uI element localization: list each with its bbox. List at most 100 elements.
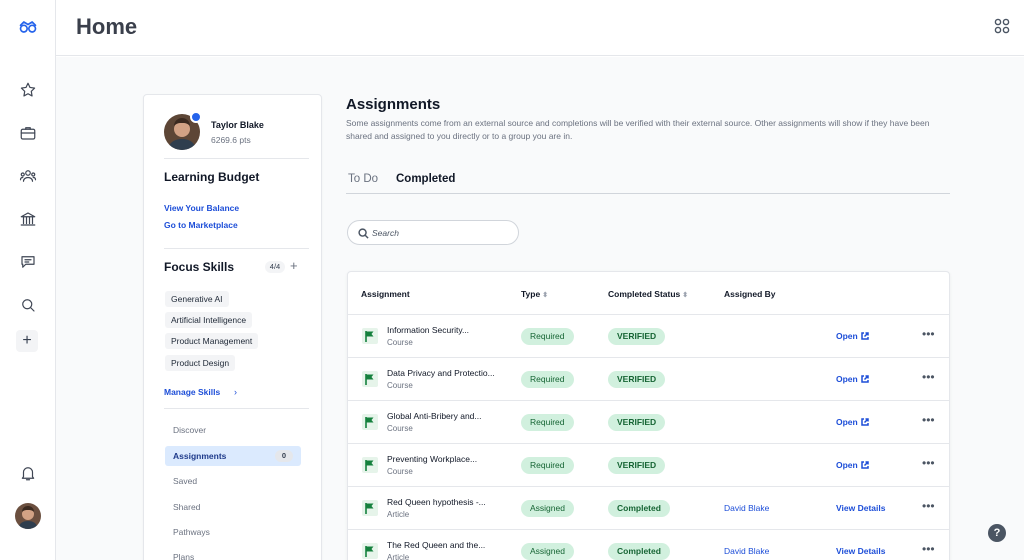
sort-icon: ⬍ [542,292,549,299]
bell-icon[interactable] [16,461,40,485]
more-options-icon[interactable]: ••• [922,456,935,470]
external-link-icon [860,375,869,383]
apps-grid-icon[interactable] [994,18,1010,34]
nav-item-pathways[interactable]: Pathways [165,522,301,542]
nav-item-plans[interactable]: Plans [165,547,301,560]
assignment-title[interactable]: Preventing Workplace... [387,454,477,464]
assignment-kind: Course [387,467,413,476]
tab-completed[interactable]: Completed [396,173,455,185]
flag-icon [362,543,378,559]
logo-icon[interactable] [16,15,40,39]
action-label: Open [836,374,858,384]
user-avatar[interactable] [15,503,41,529]
more-options-icon[interactable]: ••• [922,499,935,513]
status-badge: VERIFIED [608,457,666,474]
flag-icon [362,500,378,516]
row-action-link[interactable]: View Details [836,546,885,556]
skill-chip[interactable]: Artificial Intelligence [165,312,253,328]
nav-item-discover[interactable]: Discover [165,420,301,440]
assignment-title[interactable]: The Red Queen and the... [387,540,485,550]
nav-item-assignments[interactable]: Assignments 0 [165,446,301,466]
skill-chip[interactable]: Generative AI [165,291,229,307]
type-badge: Required [521,457,574,474]
column-header-assigned-by: Assigned By [724,289,776,299]
status-badge: VERIFIED [608,328,666,345]
search-field[interactable] [347,220,519,245]
manage-skills-link[interactable]: Manage Skills [164,387,220,397]
flag-icon [362,328,378,344]
external-link-icon [860,418,869,426]
action-label: Open [836,331,858,341]
nav-item-shared[interactable]: Shared [165,497,301,517]
divider [164,158,309,159]
assignment-title[interactable]: Global Anti-Bribery and... [387,411,482,421]
status-badge: Completed [608,500,670,517]
column-header-type[interactable]: Type ⬍ [521,289,548,299]
type-badge: Assigned [521,543,574,560]
table-row[interactable]: Information Security... Course Required VER… [348,315,949,357]
search-icon[interactable] [16,293,40,317]
assignment-title[interactable]: Data Privacy and Protectio... [387,368,495,378]
action-label: View Details [836,546,886,556]
institution-icon[interactable] [16,207,40,231]
chat-icon[interactable] [16,250,40,274]
external-link-icon [860,332,869,340]
search-input[interactable] [372,226,512,240]
flag-icon [362,371,378,387]
learning-budget-title: Learning Budget [164,170,260,184]
table-row[interactable]: Preventing Workplace... Course Required VER… [348,444,949,486]
assignment-kind: Course [387,381,413,390]
marketplace-link[interactable]: Go to Marketplace [164,220,238,230]
table-row[interactable]: The Red Queen and the... Article Assigned C… [348,530,949,560]
row-action-link[interactable]: View Details [836,503,885,513]
help-icon[interactable]: ? [988,524,1006,542]
flag-icon [362,457,378,473]
column-label: Type [521,289,541,299]
status-badge: VERIFIED [608,371,666,388]
focus-skills-title: Focus Skills [164,260,235,274]
table-row[interactable]: Global Anti-Bribery and... Course Required… [348,401,949,443]
nav-item-label: Assignments [173,451,227,461]
action-label: Open [836,417,858,427]
more-options-icon[interactable]: ••• [922,413,935,427]
table-row[interactable]: Red Queen hypothesis -... Article Assigned… [348,487,949,529]
status-badge: VERIFIED [608,414,666,431]
skills-count-badge: 4/4 [265,261,285,273]
more-options-icon[interactable]: ••• [922,542,935,556]
tab-todo[interactable]: To Do [348,173,378,185]
star-icon[interactable] [16,78,40,102]
assignments-description: Some assignments come from an external s… [346,118,930,141]
add-icon[interactable]: + [16,330,38,352]
row-action-link[interactable]: Open [836,417,869,427]
column-header-status[interactable]: Completed Status ⬍ [608,289,688,299]
more-options-icon[interactable]: ••• [922,370,935,384]
assignment-tabs: To Do Completed [346,173,950,194]
assignment-title[interactable]: Information Security... [387,325,469,335]
table-row[interactable]: Data Privacy and Protectio... Course Requi… [348,358,949,400]
more-options-icon[interactable]: ••• [922,327,935,341]
type-badge: Required [521,371,574,388]
row-action-link[interactable]: Open [836,331,869,341]
page-title: Home [76,14,138,39]
action-label: Open [836,460,858,470]
assignments-table: Assignment Type ⬍ Completed Status ⬍ Assig… [347,271,950,560]
flag-icon [362,414,378,430]
skill-chip[interactable]: Product Management [165,333,259,349]
assignments-title: Assignments [346,96,441,113]
skill-chip[interactable]: Product Design [165,355,236,371]
column-header-assignment: Assignment [361,289,410,299]
row-action-link[interactable]: Open [836,374,869,384]
briefcase-icon[interactable] [16,121,40,145]
search-icon [358,228,369,239]
assignment-kind: Article [387,510,410,519]
assigned-by-link[interactable]: David Blake [724,546,769,556]
assignment-kind: Course [387,424,413,433]
assignment-title[interactable]: Red Queen hypothesis -... [387,497,486,507]
add-skill-button[interactable]: + [290,258,298,273]
row-action-link[interactable]: Open [836,460,869,470]
assigned-by-link[interactable]: David Blake [724,503,769,513]
people-icon[interactable] [16,164,40,188]
nav-item-saved[interactable]: Saved [165,471,301,491]
view-balance-link[interactable]: View Your Balance [164,203,239,213]
type-badge: Assigned [521,500,574,517]
